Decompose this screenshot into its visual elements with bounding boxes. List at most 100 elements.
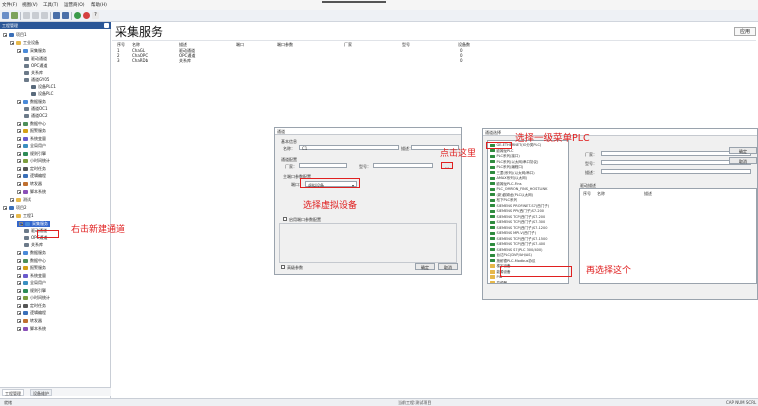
plc-driver-item[interactable]: SIEMENS TCP(西门子)S7-1500 xyxy=(490,237,548,242)
tree-node[interactable]: 数据服务 xyxy=(17,99,46,105)
menu-tools[interactable]: 工具(T) xyxy=(43,2,58,8)
tree-node[interactable]: 转发器 xyxy=(17,318,42,324)
expand-toggle-icon[interactable] xyxy=(17,250,21,255)
plc-driver-item[interactable]: 欧姆龙PLC xyxy=(490,149,514,154)
open-icon[interactable] xyxy=(11,12,18,19)
tree-node[interactable]: 工业设备 xyxy=(10,40,39,46)
tree-node[interactable]: 规则引擎 xyxy=(17,151,46,157)
expand-toggle-icon[interactable] xyxy=(17,280,21,285)
tree-node[interactable]: 数据服务 xyxy=(17,250,46,256)
expand-toggle-icon[interactable] xyxy=(17,310,21,315)
copy-icon[interactable] xyxy=(32,12,39,19)
tree-node[interactable]: 驱动通道 xyxy=(24,56,47,62)
tree-node[interactable]: 脚本系统 xyxy=(17,326,46,332)
plc-driver-item[interactable]: AMAX系列(以太网) xyxy=(490,176,527,181)
expand-toggle-icon[interactable] xyxy=(17,48,21,53)
expand-toggle-icon[interactable] xyxy=(19,221,23,226)
expand-toggle-icon[interactable] xyxy=(17,295,21,300)
expand-toggle-icon[interactable] xyxy=(17,181,21,186)
tree-node[interactable]: OPC通道 xyxy=(24,63,47,69)
tree-node[interactable]: 报警服务 xyxy=(17,128,46,134)
help-icon[interactable]: ? xyxy=(92,12,99,19)
tree-node[interactable]: 项目1 xyxy=(3,32,27,38)
expand-toggle-icon[interactable] xyxy=(17,173,21,178)
plc-desc-input[interactable] xyxy=(601,169,751,174)
menu-help[interactable]: 帮助(H) xyxy=(91,2,107,8)
tree-node[interactable]: 小时间统计 xyxy=(17,158,50,164)
expand-toggle-icon[interactable] xyxy=(17,143,21,148)
tree-node[interactable]: 转发器 xyxy=(17,181,42,187)
tree-node[interactable]: 逻辑编程 xyxy=(17,173,46,179)
plc-driver-item[interactable]: SIEMENS TCP(西门子)S7-300 xyxy=(490,220,545,225)
name-input[interactable]: C1 xyxy=(299,145,399,151)
tree-node[interactable]: 通道OC2 xyxy=(24,113,48,119)
expand-toggle-icon[interactable] xyxy=(17,318,21,323)
tree-node[interactable]: 数据中心 xyxy=(17,258,46,264)
plc-driver-item[interactable]: SIEMENS S7(PLC 300/400) xyxy=(490,248,543,253)
tree-node[interactable]: 系统变量 xyxy=(17,136,46,142)
model-input[interactable] xyxy=(373,163,433,168)
new-icon[interactable] xyxy=(2,12,9,19)
ok-button[interactable]: 确定 xyxy=(415,263,435,270)
tree-node[interactable]: 全局用户 xyxy=(17,143,46,149)
apply-button[interactable]: 应用 xyxy=(734,27,756,36)
expand-toggle-icon[interactable] xyxy=(17,136,21,141)
expand-toggle-icon[interactable] xyxy=(17,326,21,331)
expand-toggle-icon[interactable] xyxy=(17,288,21,293)
run-icon[interactable] xyxy=(74,12,81,19)
stop-icon[interactable] xyxy=(83,12,90,19)
save-icon[interactable] xyxy=(53,12,60,19)
expand-toggle-icon[interactable] xyxy=(17,121,21,126)
tree-node[interactable]: 全局用户 xyxy=(17,280,46,286)
tab-project-manage[interactable]: 工程管理 xyxy=(2,389,24,396)
plc-driver-item[interactable]: PLC系列(编程口) xyxy=(490,165,523,170)
menu-file[interactable]: 文件(F) xyxy=(2,2,17,8)
tree-node[interactable]: 设备PLC1 xyxy=(31,84,56,90)
plc-driver-item[interactable]: PLC_OMRON_FINS_HOSTLINK xyxy=(490,187,547,192)
expand-toggle-icon[interactable] xyxy=(17,273,21,278)
tree-node[interactable]: 小时间统计 xyxy=(17,295,50,301)
plc-driver-item[interactable]: (新)欧姆龙(PLC以太网) xyxy=(490,193,533,198)
cancel-button[interactable]: 取消 xyxy=(438,263,458,270)
expand-toggle-icon[interactable] xyxy=(17,189,21,194)
tree-node[interactable]: 采集服务 xyxy=(17,221,50,227)
tree-node[interactable]: 关系库 xyxy=(24,70,43,76)
tree-node[interactable]: 采集服务 xyxy=(17,48,46,54)
plc-driver-item[interactable]: 欧姆龙PLC-Fins xyxy=(490,182,522,187)
tree-node[interactable]: 系统变量 xyxy=(17,273,46,279)
paste-icon[interactable] xyxy=(41,12,48,19)
expand-toggle-icon[interactable] xyxy=(17,258,21,263)
vendor-input[interactable] xyxy=(299,163,347,168)
plc-driver-item[interactable]: 三菱(系列)(以太网/串口) xyxy=(490,171,535,176)
model-browse-button[interactable]: … xyxy=(441,162,453,169)
expand-toggle-icon[interactable] xyxy=(17,265,21,270)
expand-toggle-icon[interactable] xyxy=(17,303,21,308)
plc-driver-item[interactable]: SIEMENS PROFINET-S7(西门子) xyxy=(490,204,549,209)
expand-toggle-icon[interactable] xyxy=(17,158,21,163)
expand-toggle-icon[interactable] xyxy=(17,151,21,156)
expand-toggle-icon[interactable] xyxy=(17,99,21,104)
plc-driver-item[interactable]: 松下PLC系列 xyxy=(490,198,517,203)
plc-driver-item[interactable]: SIEMENS PPI(西门子)S7-200 xyxy=(490,209,544,214)
expand-toggle-icon[interactable] xyxy=(3,32,7,37)
plc-folder-item[interactable]: 变频器 xyxy=(490,280,507,283)
tab-device-maintain[interactable]: 设备维护 xyxy=(30,389,52,396)
plc-driver-list[interactable]: GE-ETHERNET(IO分类PLC) 欧姆龙PLC PLC系列(接口) PLC系列… xyxy=(487,140,569,284)
tree-node[interactable]: 通道OC1 xyxy=(24,106,48,112)
tree-node[interactable]: 数据中心 xyxy=(17,121,46,127)
menu-operator[interactable]: 运营商(O) xyxy=(64,2,85,8)
tree-node[interactable]: 设备PLC xyxy=(31,91,53,97)
tree-node[interactable]: 项目2 xyxy=(3,205,27,211)
tree-node[interactable]: 测试 xyxy=(10,197,31,203)
plc-driver-item[interactable]: PLC系列(以太网/串口协议) xyxy=(490,160,538,165)
plc-driver-item[interactable]: SIEMENS TCP(西门子)S7-200 xyxy=(490,215,545,220)
tree-node[interactable]: 逻辑编程 xyxy=(17,310,46,316)
plc-driver-item[interactable]: SIEMENS TCP(西门子)S7-1200 xyxy=(490,226,548,231)
tree-node[interactable]: 工程1 xyxy=(10,213,34,219)
tree-node[interactable]: 规则引擎 xyxy=(17,288,46,294)
tree-node[interactable]: 脚本系统 xyxy=(17,189,46,195)
plc-driver-item[interactable]: 施耐德PLC-Modbus协议 xyxy=(490,259,535,264)
expand-toggle-icon[interactable] xyxy=(10,197,14,202)
plc-cancel-button[interactable]: 取消 xyxy=(729,157,757,164)
pin-icon[interactable] xyxy=(104,23,109,28)
